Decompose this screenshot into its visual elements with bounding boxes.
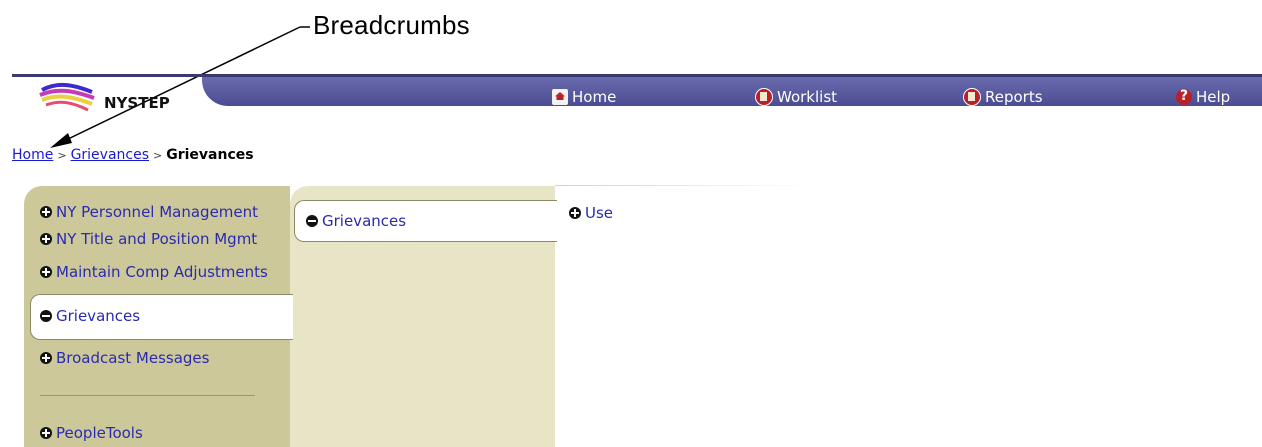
nav-worklist[interactable]: Worklist (755, 86, 837, 108)
nystep-logo-icon (39, 83, 95, 112)
menu-item-broadcast-messages[interactable]: Broadcast Messages (40, 349, 209, 367)
nav-reports[interactable]: Reports (963, 86, 1043, 108)
breadcrumb-home-link[interactable]: Home (12, 147, 53, 163)
expand-icon (569, 207, 581, 219)
submenu-item-grievances[interactable]: Grievances (306, 212, 406, 230)
breadcrumbs-annotation-label: Breadcrumbs (313, 10, 470, 40)
collapse-icon (40, 310, 52, 322)
worklist-icon (755, 88, 773, 106)
expand-icon (40, 427, 52, 439)
breadcrumb-current: Grievances (166, 147, 254, 163)
breadcrumb: Home > Grievances > Grievances (12, 147, 254, 163)
menu-item-label: NY Personnel Management (56, 203, 259, 221)
header-nav-bar (202, 77, 1262, 106)
submenu-item-use[interactable]: Use (569, 204, 613, 222)
menu-item-label: PeopleTools (56, 424, 143, 442)
nav-reports-label: Reports (985, 88, 1043, 106)
app-header: NYSTEP Home Worklist Reports Help (12, 74, 1262, 116)
menu-item-peopletools[interactable]: PeopleTools (40, 424, 143, 442)
menu-item-label: Maintain Comp Adjustments (56, 263, 268, 281)
menu-item-label: NY Title and Position Mgmt (56, 230, 258, 248)
menu-item-ny-personnel-management[interactable]: NY Personnel Management (40, 203, 258, 221)
expand-icon (40, 266, 52, 278)
menu-level-3 (555, 186, 1262, 447)
breadcrumb-grievances-link[interactable]: Grievances (71, 147, 149, 163)
collapse-icon (306, 215, 318, 227)
expand-icon (40, 233, 52, 245)
nav-home-label: Home (572, 88, 617, 106)
menu-item-grievances[interactable]: Grievances (40, 307, 140, 325)
menu-item-ny-title-position-mgmt[interactable]: NY Title and Position Mgmt (40, 230, 257, 248)
help-icon (1176, 88, 1192, 105)
submenu-item-label: Use (585, 204, 614, 222)
menu-item-label: Grievances (56, 307, 141, 325)
breadcrumb-separator: > (153, 149, 163, 162)
logo-text: NYSTEP (104, 94, 170, 112)
menu-item-maintain-comp-adjustments[interactable]: Maintain Comp Adjustments (40, 263, 268, 281)
breadcrumb-separator: > (57, 149, 67, 162)
expand-icon (40, 206, 52, 218)
nav-worklist-label: Worklist (777, 88, 838, 106)
submenu-item-label: Grievances (322, 212, 407, 230)
menu-divider (40, 395, 255, 396)
nav-home[interactable]: Home (552, 86, 616, 108)
nav-help[interactable]: Help (1176, 86, 1230, 108)
nav-help-label: Help (1196, 88, 1231, 106)
home-icon (552, 89, 568, 105)
reports-icon (963, 88, 981, 106)
menu-item-label: Broadcast Messages (56, 349, 210, 367)
expand-icon (40, 352, 52, 364)
